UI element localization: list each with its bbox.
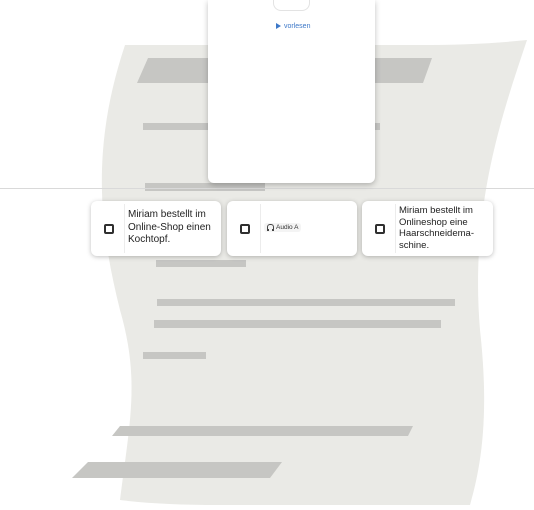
audio-transcript-card: vorlesen <box>208 0 375 183</box>
checkbox[interactable] <box>104 224 114 234</box>
option-text: Miriam bestellt im Online-Shop einen Koc… <box>128 209 211 245</box>
card-handle[interactable] <box>273 0 310 11</box>
answer-option-2[interactable]: Audio A <box>227 201 357 256</box>
headphones-icon <box>267 224 274 231</box>
option-separator <box>395 204 396 253</box>
option-separator <box>124 204 125 253</box>
checkbox[interactable] <box>240 224 250 234</box>
option-text: Miriam bestellt im Onlineshop eine Haars… <box>399 205 474 251</box>
read-aloud-button[interactable]: vorlesen <box>276 23 310 30</box>
play-icon <box>276 23 281 29</box>
section-divider <box>0 188 534 189</box>
option-separator <box>260 204 261 253</box>
read-aloud-label: vorlesen <box>284 23 311 30</box>
answer-option-1[interactable]: Miriam bestellt im Online-Shop einen Koc… <box>91 201 221 256</box>
answer-option-3[interactable]: Miriam bestellt im Onlineshop eine Haars… <box>362 201 493 256</box>
checkbox[interactable] <box>375 224 385 234</box>
audio-label: Audio A <box>276 224 299 231</box>
audio-button[interactable]: Audio A <box>264 223 302 232</box>
